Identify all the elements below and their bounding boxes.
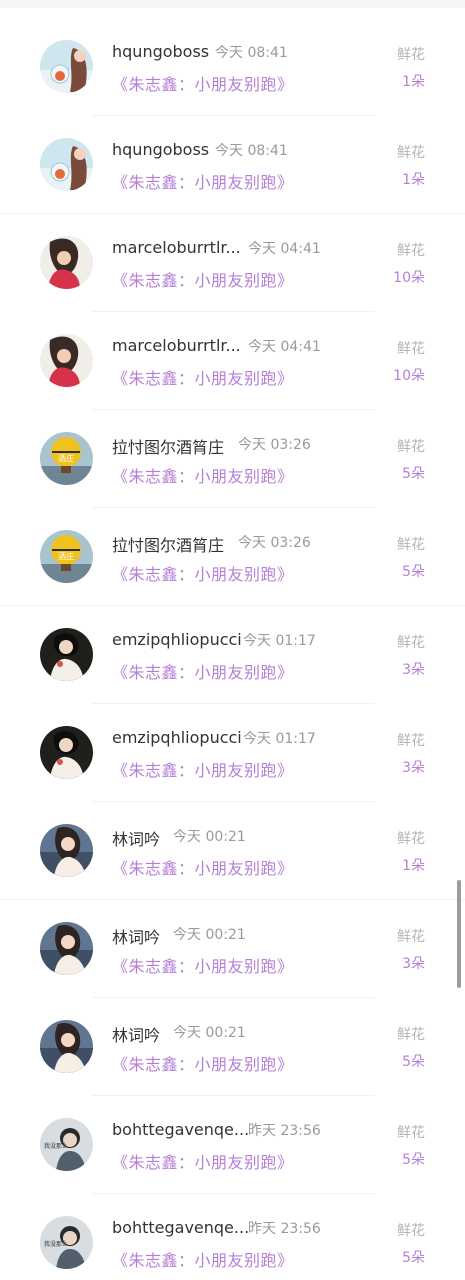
- gift-label: 鲜花: [397, 831, 425, 847]
- gift-label: 鲜花: [397, 341, 425, 357]
- username[interactable]: emzipqhliopucci: [112, 630, 242, 649]
- gift-label: 鲜花: [397, 439, 425, 455]
- list-item[interactable]: hqungoboss 今天 08:41 《朱志鑫：小朋友别跑》 鲜花 1朵: [0, 116, 465, 214]
- svg-text:酒庄: 酒庄: [58, 453, 74, 463]
- song-title-link[interactable]: 《朱志鑫：小朋友别跑》: [112, 71, 294, 95]
- gift-label: 鲜花: [397, 1223, 425, 1239]
- song-title-link[interactable]: 《朱志鑫：小朋友别跑》: [112, 659, 294, 683]
- timestamp: 昨天 23:56: [248, 1221, 321, 1237]
- top-strip: [0, 0, 465, 8]
- list-item[interactable]: hqungoboss 今天 08:41 《朱志鑫：小朋友别跑》 鲜花 1朵: [0, 18, 465, 116]
- song-title-link[interactable]: 《朱志鑫：小朋友别跑》: [112, 1247, 294, 1271]
- avatar-tea-girl-icon[interactable]: [40, 40, 93, 93]
- avatar-meme-kid-icon[interactable]: 我没那么: [40, 1118, 93, 1171]
- song-title-link[interactable]: 《朱志鑫：小朋友别跑》: [112, 1051, 294, 1075]
- gift-count: 10朵: [393, 368, 425, 384]
- username[interactable]: 拉忖图尔酒筲庄: [112, 532, 224, 556]
- svg-text:我没那么: 我没那么: [44, 1240, 68, 1248]
- gift-label: 鲜花: [397, 47, 425, 63]
- gift-count: 5朵: [402, 1250, 425, 1266]
- username[interactable]: bohttegavenqe...: [112, 1218, 249, 1237]
- gift-label: 鲜花: [397, 243, 425, 259]
- avatar-white-dress-icon[interactable]: [40, 726, 93, 779]
- gift-count: 5朵: [402, 564, 425, 580]
- timestamp: 今天 00:21: [173, 829, 246, 845]
- song-title-link[interactable]: 《朱志鑫：小朋友别跑》: [112, 463, 294, 487]
- avatar-red-dress-icon[interactable]: [40, 334, 93, 387]
- timestamp: 今天 03:26: [238, 437, 311, 453]
- list-item[interactable]: 林词吟 今天 00:21 《朱志鑫：小朋友别跑》 鲜花 3朵: [0, 900, 465, 998]
- username[interactable]: hqungoboss: [112, 140, 209, 159]
- song-title-link[interactable]: 《朱志鑫：小朋友别跑》: [112, 1149, 294, 1173]
- gift-label: 鲜花: [397, 1027, 425, 1043]
- song-title-link[interactable]: 《朱志鑫：小朋友别跑》: [112, 757, 294, 781]
- list-item[interactable]: 林词吟 今天 00:21 《朱志鑫：小朋友别跑》 鲜花 5朵: [0, 998, 465, 1096]
- gift-count: 10朵: [393, 270, 425, 286]
- list-item[interactable]: emzipqhliopucci 今天 01:17 《朱志鑫：小朋友别跑》 鲜花 …: [0, 606, 465, 704]
- song-title-link[interactable]: 《朱志鑫：小朋友别跑》: [112, 561, 294, 585]
- gift-label: 鲜花: [397, 929, 425, 945]
- gift-count: 5朵: [402, 466, 425, 482]
- username[interactable]: 林词吟: [112, 826, 160, 850]
- scrollbar[interactable]: [457, 880, 461, 988]
- username[interactable]: marceloburrtlr...: [112, 238, 241, 257]
- timestamp: 今天 04:41: [248, 339, 321, 355]
- username[interactable]: 林词吟: [112, 1022, 160, 1046]
- gift-count: 3朵: [402, 956, 425, 972]
- song-title-link[interactable]: 《朱志鑫：小朋友别跑》: [112, 953, 294, 977]
- gift-label: 鲜花: [397, 145, 425, 161]
- song-title-link[interactable]: 《朱志鑫：小朋友别跑》: [112, 855, 294, 879]
- avatar-seaside-girl-icon[interactable]: [40, 824, 93, 877]
- gift-count: 1朵: [402, 858, 425, 874]
- list-item[interactable]: emzipqhliopucci 今天 01:17 《朱志鑫：小朋友别跑》 鲜花 …: [0, 704, 465, 802]
- song-title-link[interactable]: 《朱志鑫：小朋友别跑》: [112, 365, 294, 389]
- timestamp: 今天 08:41: [215, 45, 288, 61]
- svg-text:我没那么: 我没那么: [44, 1142, 68, 1150]
- list-item[interactable]: 酒庄 拉忖图尔酒筲庄 今天 03:26 《朱志鑫：小朋友别跑》 鲜花 5朵: [0, 410, 465, 508]
- list-item[interactable]: 我没那么 bohttegavenqe... 昨天 23:56 《朱志鑫：小朋友别…: [0, 1194, 465, 1280]
- username[interactable]: emzipqhliopucci: [112, 728, 242, 747]
- gift-label: 鲜花: [397, 635, 425, 651]
- list-item[interactable]: 酒庄 拉忖图尔酒筲庄 今天 03:26 《朱志鑫：小朋友别跑》 鲜花 5朵: [0, 508, 465, 606]
- gift-count: 3朵: [402, 760, 425, 776]
- gift-count: 3朵: [402, 662, 425, 678]
- svg-text:酒庄: 酒庄: [58, 551, 74, 561]
- username[interactable]: 拉忖图尔酒筲庄: [112, 434, 224, 458]
- song-title-link[interactable]: 《朱志鑫：小朋友别跑》: [112, 267, 294, 291]
- avatar-seaside-girl-icon[interactable]: [40, 1020, 93, 1073]
- username[interactable]: bohttegavenqe...: [112, 1120, 249, 1139]
- gift-label: 鲜花: [397, 537, 425, 553]
- timestamp: 今天 08:41: [215, 143, 288, 159]
- list-item[interactable]: marceloburrtlr... 今天 04:41 《朱志鑫：小朋友别跑》 鲜…: [0, 312, 465, 410]
- gift-count: 1朵: [402, 172, 425, 188]
- avatar-meme-kid-icon[interactable]: 我没那么: [40, 1216, 93, 1269]
- avatar-balloon-icon[interactable]: 酒庄: [40, 530, 93, 583]
- avatar-balloon-icon[interactable]: 酒庄: [40, 432, 93, 485]
- timestamp: 今天 04:41: [248, 241, 321, 257]
- avatar-tea-girl-icon[interactable]: [40, 138, 93, 191]
- gift-label: 鲜花: [397, 733, 425, 749]
- timestamp: 昨天 23:56: [248, 1123, 321, 1139]
- timestamp: 今天 01:17: [243, 731, 316, 747]
- timestamp: 今天 01:17: [243, 633, 316, 649]
- timestamp: 今天 00:21: [173, 1025, 246, 1041]
- username[interactable]: marceloburrtlr...: [112, 336, 241, 355]
- gift-record-list: hqungoboss 今天 08:41 《朱志鑫：小朋友别跑》 鲜花 1朵 hq…: [0, 18, 465, 1280]
- avatar-red-dress-icon[interactable]: [40, 236, 93, 289]
- timestamp: 今天 03:26: [238, 535, 311, 551]
- gift-count: 1朵: [402, 74, 425, 90]
- gift-count: 5朵: [402, 1152, 425, 1168]
- list-item[interactable]: marceloburrtlr... 今天 04:41 《朱志鑫：小朋友别跑》 鲜…: [0, 214, 465, 312]
- gift-count: 5朵: [402, 1054, 425, 1070]
- avatar-white-dress-icon[interactable]: [40, 628, 93, 681]
- timestamp: 今天 00:21: [173, 927, 246, 943]
- gift-label: 鲜花: [397, 1125, 425, 1141]
- song-title-link[interactable]: 《朱志鑫：小朋友别跑》: [112, 169, 294, 193]
- list-item[interactable]: 林词吟 今天 00:21 《朱志鑫：小朋友别跑》 鲜花 1朵: [0, 802, 465, 900]
- list-item[interactable]: 我没那么 bohttegavenqe... 昨天 23:56 《朱志鑫：小朋友别…: [0, 1096, 465, 1194]
- username[interactable]: 林词吟: [112, 924, 160, 948]
- avatar-seaside-girl-icon[interactable]: [40, 922, 93, 975]
- username[interactable]: hqungoboss: [112, 42, 209, 61]
